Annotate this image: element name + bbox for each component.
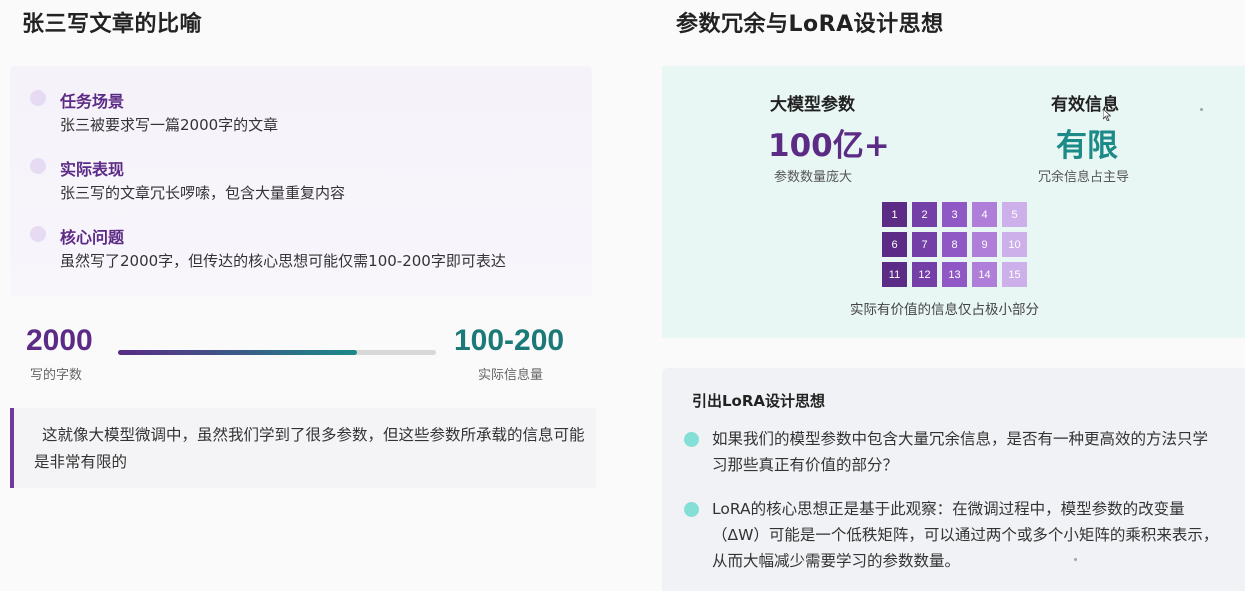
grid-cell: 5	[1002, 202, 1027, 227]
right-section-title: 参数冗余与LoRA设计思想	[676, 12, 944, 37]
bullet-text: 张三写的文章冗长啰嗦，包含大量重复内容	[60, 184, 346, 202]
grid-cell: 1	[882, 202, 907, 227]
effective-info-value: 有限	[1056, 128, 1118, 164]
bullet-heading: 核心问题	[60, 228, 125, 247]
info-ratio-bar-fill	[118, 350, 357, 355]
grid-cell: 7	[912, 232, 937, 257]
grid-cell: 14	[972, 262, 997, 287]
bullet-dot-icon	[30, 226, 46, 242]
decorative-dot-icon	[1200, 108, 1203, 111]
bullet-dot-icon	[684, 432, 699, 447]
info-ratio-bar	[118, 350, 436, 355]
bullet-heading: 实际表现	[60, 160, 125, 179]
grid-cell: 8	[942, 232, 967, 257]
mouse-cursor-icon	[1102, 108, 1112, 122]
decorative-dot-icon	[1074, 558, 1077, 561]
bullet-dot-icon	[684, 502, 699, 517]
bullet-text: 虽然写了2000字，但传达的核心思想可能仅需100-200字即可表达	[60, 252, 506, 270]
model-params-title: 大模型参数	[770, 95, 855, 115]
bullet-text: 张三被要求写一篇2000字的文章	[60, 116, 279, 134]
grid-cell: 15	[1002, 262, 1027, 287]
model-params-value: 100亿+	[768, 128, 890, 164]
analogy-quote: 这就像大模型微调中，虽然我们学到了很多参数，但这些参数所承载的信息可能是非常有限…	[10, 408, 596, 488]
lora-idea-card: 引出LoRA设计思想 如果我们的模型参数中包含大量冗余信息，是否有一种更高效的方…	[662, 368, 1245, 591]
effective-info-sub: 冗余信息占主导	[1038, 170, 1130, 185]
quote-text: 这就像大模型微调中，虽然我们学到了很多参数，但这些参数所承载的信息可能是非常有限…	[34, 426, 585, 471]
bullet-dot-icon	[30, 158, 46, 174]
word-count-label: 写的字数	[30, 368, 83, 383]
lora-paragraph-core-idea: LoRA的核心思想正是基于此观察：在微调过程中，模型参数的改变量（ΔW）可能是一…	[712, 500, 1219, 570]
grid-cell: 11	[882, 262, 907, 287]
parameter-grid: 1 2 3 4 5 6 7 8 9 10 11 12 13 14 15	[882, 202, 1032, 292]
model-params-sub: 参数数量庞大	[774, 170, 853, 185]
grid-cell: 4	[972, 202, 997, 227]
grid-cell: 2	[912, 202, 937, 227]
lora-idea-title: 引出LoRA设计思想	[692, 392, 826, 410]
bullet-heading: 任务场景	[60, 92, 125, 111]
analogy-card: 任务场景 张三被要求写一篇2000字的文章 实际表现 张三写的文章冗长啰嗦，包含…	[10, 66, 592, 296]
grid-cell: 3	[942, 202, 967, 227]
actual-info-label: 实际信息量	[478, 368, 544, 383]
grid-cell: 9	[972, 232, 997, 257]
word-count-value: 2000	[26, 324, 93, 357]
grid-caption: 实际有价值的信息仅占极小部分	[850, 302, 1039, 318]
grid-cell: 13	[942, 262, 967, 287]
parameter-redundancy-card: 大模型参数 100亿+ 参数数量庞大 有效信息 有限 冗余信息占主导 12345…	[662, 66, 1245, 338]
grid-cell: 6	[882, 232, 907, 257]
grid-cell: 10	[1002, 232, 1027, 257]
bullet-dot-icon	[30, 90, 46, 106]
actual-info-value: 100-200	[454, 324, 565, 357]
lora-paragraph-question: 如果我们的模型参数中包含大量冗余信息，是否有一种更高效的方法只学习那些真正有价值…	[712, 430, 1209, 474]
left-section-title: 张三写文章的比喻	[22, 12, 203, 37]
grid-cell: 12	[912, 262, 937, 287]
